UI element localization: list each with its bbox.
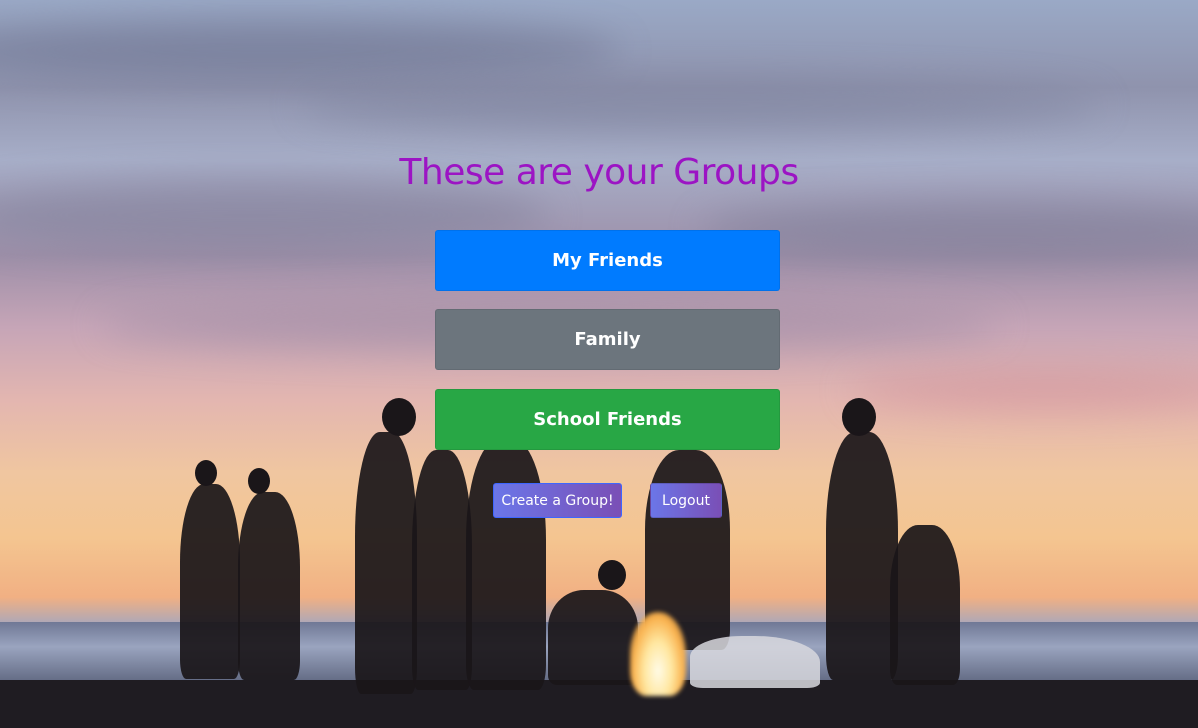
group-button-school-friends[interactable]: School Friends [435, 389, 780, 450]
groups-page: These are your Groups My Friends Family … [0, 0, 1198, 728]
logout-button[interactable]: Logout [650, 483, 722, 518]
create-group-button[interactable]: Create a Group! [493, 483, 622, 518]
page-title: These are your Groups [399, 152, 799, 193]
group-button-my-friends[interactable]: My Friends [435, 230, 780, 291]
group-button-family[interactable]: Family [435, 309, 780, 370]
